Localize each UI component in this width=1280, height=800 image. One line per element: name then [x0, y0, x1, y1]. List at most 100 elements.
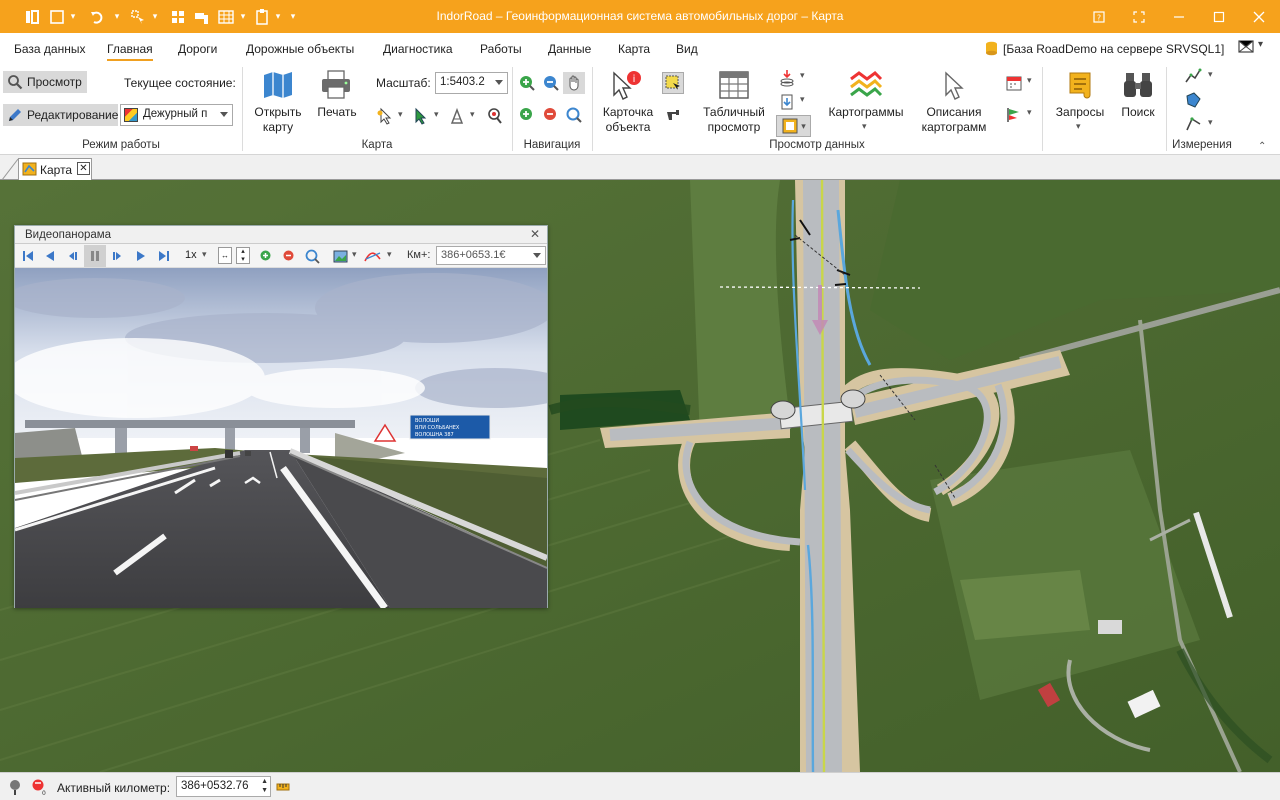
document-tabs: Карта ✕ — [0, 155, 1280, 181]
menu-view[interactable]: Вид — [676, 42, 698, 56]
zoom-fit-icon[interactable] — [563, 104, 585, 126]
width-stepper-icon[interactable]: ↔ — [218, 247, 232, 264]
help-icon[interactable]: ? — [1079, 0, 1119, 33]
chevron-down-icon[interactable]: ▾ — [800, 70, 805, 81]
maximize-button[interactable] — [1199, 0, 1239, 33]
layers-info-icon[interactable] — [776, 91, 798, 113]
step-forward-icon[interactable] — [107, 245, 129, 267]
menu-bar: База данных Главная Дороги Дорожные объе… — [0, 33, 1280, 63]
menu-database[interactable]: База данных — [14, 42, 85, 56]
gps-icon[interactable] — [6, 778, 24, 799]
video-snapshot-icon[interactable] — [330, 245, 352, 267]
table-view-button[interactable]: Табличный просмотр — [698, 67, 770, 139]
measure-polyline-icon[interactable] — [1182, 65, 1204, 87]
video-toolbar: 1x ▾ ↔ ▴ ▾ ▾ ▾ Км+: 386+0653.1€ — [15, 244, 547, 268]
layers-down-icon[interactable] — [776, 67, 798, 89]
fullscreen-icon[interactable] — [1119, 0, 1159, 33]
skip-last-icon[interactable] — [153, 245, 175, 267]
menu-road-objects[interactable]: Дорожные объекты — [246, 42, 354, 56]
video-frame[interactable]: ВОЛОШИ ВЛИ СОЛЬБАНЕХ ВОЛОШНА 387 — [15, 268, 547, 608]
pause-icon[interactable] — [84, 245, 106, 267]
video-panel-header: Видеопанорама ✕ — [15, 226, 547, 244]
frame-select-icon[interactable]: ▾ — [776, 115, 811, 137]
object-card-button[interactable]: i Карточка объекта — [598, 67, 658, 139]
record-icon[interactable]: 0 — [30, 778, 48, 799]
menu-home[interactable]: Главная — [107, 42, 153, 61]
minimize-button[interactable] — [1159, 0, 1199, 33]
collapse-ribbon-icon[interactable]: ⌃ — [1258, 141, 1266, 152]
road-sign-text-2: ВЛИ СОЛЬБАНЕХ — [415, 425, 460, 431]
view-mode-button[interactable]: Просмотр — [3, 71, 87, 93]
flag-cursor-icon[interactable] — [410, 105, 432, 127]
pencil-icon — [7, 107, 23, 126]
open-map-button[interactable]: Открыть карту — [250, 67, 306, 139]
video-zoom-in-icon[interactable] — [255, 245, 277, 267]
close-button[interactable] — [1239, 0, 1279, 33]
measure-area-icon[interactable] — [1182, 89, 1204, 111]
map-tab-icon — [22, 162, 37, 179]
chevron-down-icon[interactable]: ▾ — [470, 109, 475, 120]
chevron-down-icon[interactable]: ▾ — [1027, 75, 1032, 86]
tap-icon[interactable] — [662, 104, 684, 126]
menu-data[interactable]: Данные — [548, 42, 591, 56]
calendar-icon[interactable] — [1003, 72, 1025, 94]
video-zoom-fit-icon[interactable] — [301, 245, 323, 267]
cartogram-descriptions-button[interactable]: Описания картограмм — [914, 67, 994, 139]
map-icon — [262, 69, 294, 104]
hand-pan-icon[interactable] — [563, 72, 585, 94]
edit-mode-button[interactable]: Редактирование — [3, 104, 118, 126]
search-button[interactable]: Поиск — [1112, 67, 1164, 123]
skip-first-icon[interactable] — [17, 245, 39, 267]
map-canvas[interactable]: Видеопанорама ✕ 1x ▾ ↔ ▴ ▾ ▾ ▾ Км+: 386+0… — [0, 180, 1280, 772]
panel-close-icon[interactable]: ✕ — [530, 227, 540, 241]
km-stepper-icon[interactable]: ▲ ▼ — [261, 777, 268, 795]
tab-close-icon[interactable]: ✕ — [77, 162, 90, 175]
menu-diagnostics[interactable]: Диагностика — [383, 42, 453, 56]
play-icon[interactable] — [130, 245, 152, 267]
video-zoom-out-icon[interactable] — [278, 245, 300, 267]
print-button[interactable]: Печать — [310, 67, 364, 123]
group-label-data-view: Просмотр данных — [769, 139, 865, 151]
step-back-icon[interactable] — [61, 245, 83, 267]
chevron-down-icon[interactable]: ▾ — [1208, 117, 1213, 128]
chevron-down-icon[interactable]: ▾ — [387, 249, 392, 260]
ruler-icon[interactable] — [276, 781, 290, 795]
menu-map[interactable]: Карта — [618, 42, 650, 56]
object-cursor-icon[interactable] — [374, 105, 396, 127]
measure-angle-icon[interactable] — [1182, 113, 1204, 135]
play-back-icon[interactable] — [39, 245, 61, 267]
zoom-out-icon[interactable] — [540, 72, 562, 94]
chevron-down-icon[interactable]: ▾ — [1258, 39, 1263, 50]
measure-tool-icon[interactable] — [446, 105, 468, 127]
search-location-icon[interactable] — [484, 105, 506, 127]
scale-select[interactable]: 1:5403.2 — [435, 72, 508, 94]
km-label: Км+: — [407, 249, 431, 261]
svg-text:?: ? — [1097, 13, 1101, 22]
tab-map[interactable]: Карта ✕ — [18, 158, 92, 180]
state-color-icon — [124, 108, 138, 122]
mail-icon[interactable] — [1238, 40, 1256, 57]
chevron-down-icon[interactable]: ▾ — [800, 94, 805, 105]
zoom-in-area-icon[interactable] — [516, 104, 538, 126]
menu-works[interactable]: Работы — [480, 42, 522, 56]
chevron-down-icon[interactable]: ▾ — [202, 249, 207, 260]
select-region-icon[interactable] — [662, 72, 684, 94]
active-km-input[interactable]: 386+0532.76 ▲ ▼ — [176, 776, 271, 797]
chevron-down-icon[interactable]: ▾ — [1208, 69, 1213, 80]
chevron-down-icon[interactable]: ▾ — [434, 109, 439, 120]
chevron-down-icon[interactable]: ▾ — [398, 109, 403, 120]
height-stepper-icon[interactable]: ▴ ▾ — [236, 247, 250, 264]
flag-route-icon[interactable] — [1003, 104, 1025, 126]
zoom-out-area-icon[interactable] — [540, 104, 562, 126]
chevron-down-icon[interactable]: ▾ — [352, 249, 357, 260]
zoom-in-icon[interactable] — [516, 72, 538, 94]
km-select[interactable]: 386+0653.1€ — [436, 246, 546, 265]
chevron-down-icon[interactable]: ▾ — [1027, 107, 1032, 118]
video-track-icon[interactable] — [362, 245, 384, 267]
cartograms-button[interactable]: Картограммы ▾ — [822, 67, 910, 139]
menu-roads[interactable]: Дороги — [178, 42, 217, 56]
database-status: [База RoadDemo на сервере SRVSQL1] — [1003, 42, 1225, 56]
state-select[interactable]: Дежурный п — [120, 104, 233, 126]
speed-select[interactable]: 1x — [185, 249, 197, 261]
queries-button[interactable]: Запросы ▾ — [1050, 67, 1110, 139]
